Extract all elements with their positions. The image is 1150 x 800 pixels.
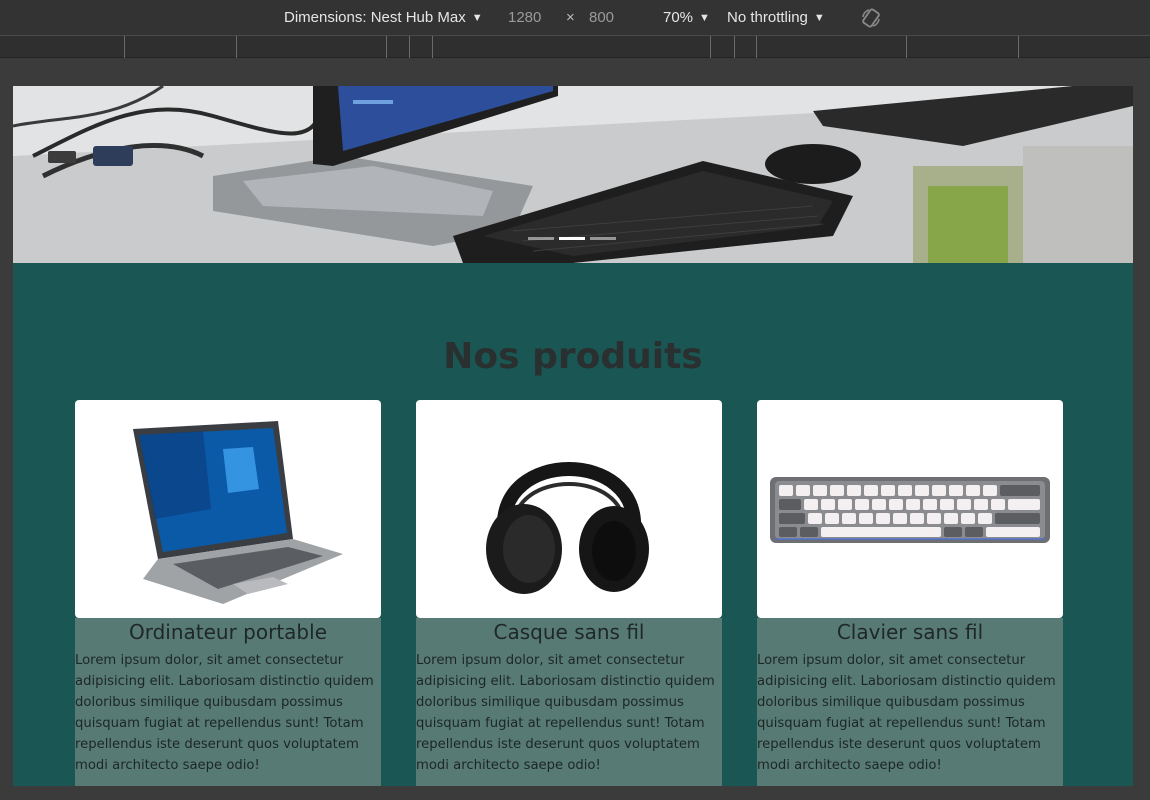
ruler-mark xyxy=(710,36,711,58)
product-description: Lorem ipsum dolor, sit amet consectetur … xyxy=(416,653,715,773)
ruler-mark xyxy=(734,36,735,58)
carousel-indicator[interactable] xyxy=(528,237,554,240)
zoom-dropdown[interactable]: 70% ▼ xyxy=(663,9,710,26)
throttling-dropdown[interactable]: No throttling ▼ xyxy=(727,9,825,26)
product-card[interactable]: Ordinateur portable Lorem ipsum dolor, s… xyxy=(75,400,381,786)
product-card[interactable]: Casque sans fil Lorem ipsum dolor, sit a… xyxy=(416,400,722,786)
ruler-mark xyxy=(906,36,907,58)
laptop-image xyxy=(133,421,343,604)
throttling-label: No throttling xyxy=(727,9,808,26)
keyboard-image xyxy=(770,477,1050,543)
hero-carousel[interactable] xyxy=(13,86,1133,263)
product-image-box xyxy=(75,400,381,618)
ruler-mark xyxy=(124,36,125,58)
product-description: Lorem ipsum dolor, sit amet consectetur … xyxy=(757,653,1056,773)
carousel-indicator[interactable] xyxy=(590,237,616,240)
page-viewport: Nos produits Ordinateur portable Lorem i… xyxy=(13,86,1133,786)
product-description: Lorem ipsum dolor, sit amet consectetur … xyxy=(75,653,374,773)
times-icon: × xyxy=(566,9,575,26)
height-input[interactable]: 800 xyxy=(589,9,614,26)
width-input[interactable]: 1280 xyxy=(508,9,541,26)
ruler-mark xyxy=(409,36,410,58)
product-card-body: Ordinateur portable Lorem ipsum dolor, s… xyxy=(75,618,381,786)
product-image-box xyxy=(416,400,722,618)
ruler-mark xyxy=(236,36,237,58)
chevron-down-icon: ▼ xyxy=(471,12,483,24)
carousel-indicators xyxy=(528,237,616,240)
product-card-body: Casque sans fil Lorem ipsum dolor, sit a… xyxy=(416,618,722,786)
device-dimensions-label: Dimensions: Nest Hub Max xyxy=(284,9,466,26)
chevron-down-icon: ▼ xyxy=(699,12,710,24)
ruler-mark xyxy=(756,36,757,58)
product-image-box xyxy=(757,400,1063,618)
device-toolbar: Dimensions: Nest Hub Max ▼ 1280 × 800 70%… xyxy=(0,0,1150,36)
device-dimensions-dropdown[interactable]: Dimensions: Nest Hub Max ▼ xyxy=(284,9,483,26)
product-card-body: Clavier sans fil Lorem ipsum dolor, sit … xyxy=(757,618,1063,786)
product-card[interactable]: Clavier sans fil Lorem ipsum dolor, sit … xyxy=(757,400,1063,786)
ruler-mark xyxy=(1018,36,1019,58)
carousel-indicator-active[interactable] xyxy=(559,237,585,240)
media-query-ruler[interactable] xyxy=(0,36,1150,58)
product-name: Ordinateur portable xyxy=(128,620,327,644)
headphones-image xyxy=(486,462,649,594)
zoom-label: 70% xyxy=(663,9,694,26)
chevron-down-icon: ▼ xyxy=(813,12,825,24)
ruler-mark xyxy=(386,36,387,58)
rotate-icon[interactable] xyxy=(860,7,882,29)
section-title: Nos produits xyxy=(443,336,703,377)
product-name: Clavier sans fil xyxy=(836,620,984,644)
ruler-mark xyxy=(432,36,433,58)
product-name: Casque sans fil xyxy=(493,620,645,644)
